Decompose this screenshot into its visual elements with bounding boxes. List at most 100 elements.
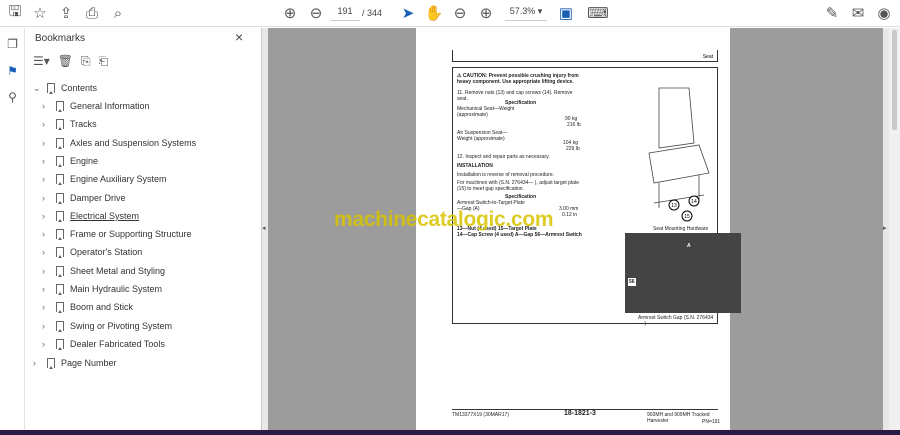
bookmark-page-number[interactable]: › Page Number xyxy=(33,356,117,370)
chevron-right-icon[interactable]: › xyxy=(42,229,52,239)
legend-line-2: 14—Cap Screw (4 used) A—Gap 56—Armrest S… xyxy=(457,232,582,238)
scroll-mode-icon[interactable]: ⌨ xyxy=(587,4,609,22)
bookmark-item[interactable]: › Engine xyxy=(42,154,98,168)
bookmark-icon xyxy=(56,229,64,241)
chevron-down-icon[interactable]: ⌄ xyxy=(33,83,43,94)
close-icon[interactable]: × xyxy=(235,29,243,45)
installation-heading: INSTALLATION xyxy=(457,163,493,169)
left-rail: ❐ ⚑ ⚲ xyxy=(0,28,25,430)
chevron-right-icon[interactable]: › xyxy=(42,193,52,203)
account-icon[interactable]: ◉ xyxy=(874,4,894,22)
chevron-right-icon[interactable]: › xyxy=(42,302,52,312)
vertical-scrollbar[interactable] xyxy=(889,28,900,430)
bookmark-icon xyxy=(56,192,64,204)
chevron-right-icon[interactable]: › xyxy=(42,101,52,111)
chevron-right-icon[interactable]: › xyxy=(42,339,52,349)
bookmarks-icon[interactable]: ⚑ xyxy=(5,64,20,79)
chevron-right-icon[interactable]: › xyxy=(42,284,52,294)
gap-value-in: 0.12 in xyxy=(562,212,578,218)
scrollbar-thumb[interactable] xyxy=(892,30,897,130)
chevron-right-icon[interactable]: › xyxy=(42,138,52,148)
bookmark-item[interactable]: › General Information xyxy=(42,99,150,113)
bookmark-item[interactable]: › Electrical System xyxy=(42,209,139,223)
bookmark-icon xyxy=(56,338,64,350)
page-number-input[interactable]: 191 xyxy=(330,6,360,21)
chevron-right-icon[interactable]: › xyxy=(33,358,43,368)
bookmark-item[interactable]: › Boom and Stick xyxy=(42,300,133,314)
find-bookmark-icon[interactable]: ⎗ xyxy=(99,54,109,69)
chevron-right-icon[interactable]: › xyxy=(42,119,52,129)
collapse-left-handle[interactable]: ◂ xyxy=(262,28,268,430)
bookmark-item[interactable]: › Engine Auxiliary System xyxy=(42,172,167,186)
bookmark-icon xyxy=(56,265,64,277)
panel-title: Bookmarks xyxy=(35,33,86,44)
toolbar: 🖫 ☆ ⇪ ⎙ ⌕ ⊕ ⊖ 191 / 344 ➤ ✋ ⊖ ⊕ 57.3% ▾ … xyxy=(0,0,900,27)
save-icon[interactable]: 🖫 xyxy=(5,3,25,22)
next-page-icon[interactable]: ⊖ xyxy=(306,4,326,22)
chevron-right-icon[interactable]: › xyxy=(42,211,52,221)
print-icon[interactable]: ⎙ xyxy=(82,4,102,22)
bookmark-item[interactable]: › Main Hydraulic System xyxy=(42,282,162,296)
options-icon[interactable]: ☰▾ xyxy=(33,54,50,69)
bookmark-label: Contents xyxy=(61,83,98,93)
fit-page-icon[interactable]: ▣ xyxy=(556,4,576,22)
bookmark-contents[interactable]: ⌄ Contents xyxy=(33,81,97,95)
chevron-right-icon[interactable]: › xyxy=(42,247,52,257)
section-header: Seat xyxy=(452,50,718,62)
bookmark-item[interactable]: › Swing or Pivoting System xyxy=(42,319,172,333)
bookmark-label: Engine Auxiliary System xyxy=(70,174,167,185)
upload-icon[interactable]: ⇪ xyxy=(56,4,76,22)
bookmark-label: Engine xyxy=(70,155,99,166)
callout-56: 56 xyxy=(628,278,636,287)
bookmark-star-icon[interactable]: ☆ xyxy=(30,4,50,22)
bookmark-icon xyxy=(56,174,64,186)
bookmark-item[interactable]: › Frame or Supporting Structure xyxy=(42,227,192,241)
footer-left: TM13377X19 (30MAR17) xyxy=(452,412,509,418)
bookmark-label: Damper Drive xyxy=(70,192,126,203)
email-icon[interactable]: ✉ xyxy=(848,4,868,22)
watermark: machinecatalogic.com xyxy=(334,208,554,231)
chevron-right-icon[interactable]: › xyxy=(42,156,52,166)
bookmark-icon xyxy=(56,101,64,112)
delete-icon[interactable]: 🗑 xyxy=(58,54,73,69)
bookmark-item[interactable]: › Tracks xyxy=(42,117,97,131)
bookmark-label: Axles and Suspension Systems xyxy=(70,137,197,148)
attachments-icon[interactable]: ⚲ xyxy=(5,90,20,105)
zoom-out-icon[interactable]: ⊖ xyxy=(450,4,470,22)
content-frame: ⚠ CAUTION: Prevent possible crushing inj… xyxy=(452,67,741,327)
installation-text: Installation is reverse of removal proce… xyxy=(457,172,554,178)
chevron-right-icon[interactable]: › xyxy=(42,321,52,331)
chevron-right-icon[interactable]: › xyxy=(42,266,52,276)
bookmark-label: Frame or Supporting Structure xyxy=(70,229,192,240)
page-footer: TM13377X19 (30MAR17) 18-1821-3 903MH and… xyxy=(452,409,720,425)
machines-text: For machines with (S.N. 276434— ), adjus… xyxy=(457,180,580,193)
hand-tool-icon[interactable]: ✋ xyxy=(424,4,444,22)
zoom-level-select[interactable]: 57.3% ▾ xyxy=(505,6,547,21)
bookmark-icon xyxy=(47,358,55,369)
bookmark-item[interactable]: › Axles and Suspension Systems xyxy=(42,136,196,150)
mech-label: Mechanical Seat—Weight (approximate) xyxy=(457,106,515,119)
air-label: Air Suspension Seat—Weight (approximate) xyxy=(457,130,508,143)
bookmark-label: Operator's Station xyxy=(70,247,143,258)
previous-page-icon[interactable]: ⊕ xyxy=(280,4,300,22)
search-icon[interactable]: ⌕ xyxy=(108,4,128,22)
callout-a: A xyxy=(687,243,691,249)
bookmark-label: Sheet Metal and Styling xyxy=(70,265,166,276)
bookmark-label: Electrical System xyxy=(70,210,140,221)
bookmark-item[interactable]: › Sheet Metal and Styling xyxy=(42,264,165,278)
bookmark-icon xyxy=(56,119,64,131)
bookmark-item[interactable]: › Damper Drive xyxy=(42,191,126,205)
new-bookmark-icon[interactable]: ⎘ xyxy=(81,54,91,69)
bookmark-icon xyxy=(47,83,55,94)
armrest-photo: 56 A xyxy=(625,233,741,313)
bookmark-item[interactable]: › Operator's Station xyxy=(42,245,142,259)
zoom-in-icon[interactable]: ⊕ xyxy=(476,4,496,22)
callout-15: 15 xyxy=(684,214,690,220)
pages-icon[interactable]: ❐ xyxy=(5,37,20,52)
bookmark-item[interactable]: › Dealer Fabricated Tools xyxy=(42,337,165,351)
bookmark-label: Dealer Fabricated Tools xyxy=(70,338,165,349)
bookmark-label: Swing or Pivoting System xyxy=(70,320,173,331)
sign-icon[interactable]: ✎ xyxy=(822,4,842,22)
select-cursor-icon[interactable]: ➤ xyxy=(398,4,418,22)
chevron-right-icon[interactable]: › xyxy=(42,174,52,184)
